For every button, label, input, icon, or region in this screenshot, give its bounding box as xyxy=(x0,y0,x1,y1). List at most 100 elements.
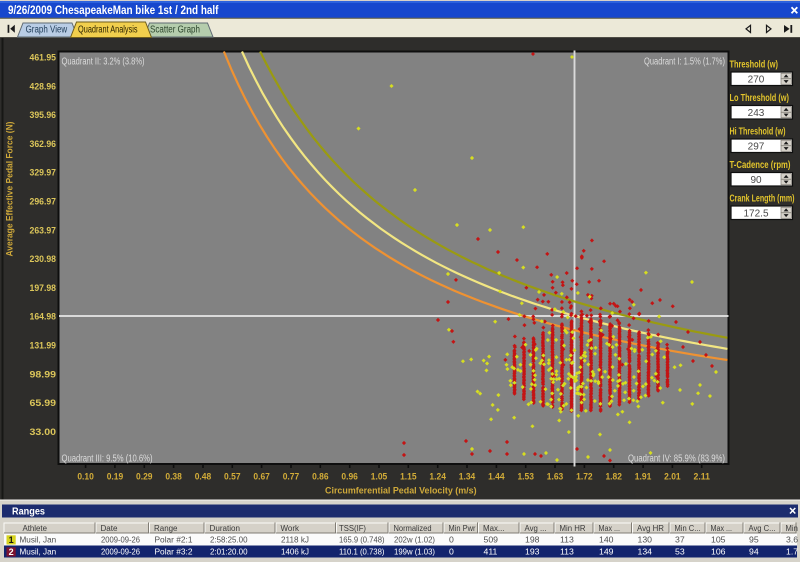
svg-text:94: 94 xyxy=(749,547,759,557)
svg-text:Range: Range xyxy=(154,523,178,533)
svg-text:2:01:20.00: 2:01:20.00 xyxy=(210,547,248,557)
svg-text:Quadrant Analysis: Quadrant Analysis xyxy=(78,25,138,36)
svg-text:130: 130 xyxy=(638,535,653,545)
svg-text:110.1 (0.738): 110.1 (0.738) xyxy=(339,547,385,557)
svg-text:Quadrant IV: 85.9% (83.9%): Quadrant IV: 85.9% (83.9%) xyxy=(628,454,725,465)
svg-text:131.99: 131.99 xyxy=(30,341,57,351)
svg-text:Athlete: Athlete xyxy=(23,523,48,533)
svg-text:140: 140 xyxy=(599,535,614,545)
svg-text:65.99: 65.99 xyxy=(30,398,57,408)
svg-text:105: 105 xyxy=(711,535,726,545)
svg-text:165.9 (0.748): 165.9 (0.748) xyxy=(339,535,385,545)
svg-text:Work: Work xyxy=(281,523,300,533)
svg-text:3.6: 3.6 xyxy=(786,535,798,545)
svg-text:90: 90 xyxy=(750,175,762,186)
svg-text:33.00: 33.00 xyxy=(30,427,57,437)
svg-text:TSS(IF): TSS(IF) xyxy=(339,523,366,533)
svg-text:297: 297 xyxy=(748,141,765,152)
svg-text:164.98: 164.98 xyxy=(30,312,57,322)
svg-text:Avg HR: Avg HR xyxy=(637,523,664,533)
svg-text:2118 kJ: 2118 kJ xyxy=(281,535,309,545)
svg-text:198: 198 xyxy=(525,535,540,545)
svg-text:Avg C...: Avg C... xyxy=(749,523,776,533)
svg-text:Average Effective Pedal Force: Average Effective Pedal Force (N) xyxy=(5,121,15,256)
svg-text:0.67: 0.67 xyxy=(253,472,270,482)
svg-text:Avg ...: Avg ... xyxy=(525,523,547,533)
svg-text:Graph View: Graph View xyxy=(26,25,68,36)
svg-text:149: 149 xyxy=(599,547,614,557)
svg-text:0.19: 0.19 xyxy=(107,472,124,482)
svg-text:197.98: 197.98 xyxy=(30,283,57,293)
svg-text:Date: Date xyxy=(101,523,118,533)
svg-text:509: 509 xyxy=(484,535,499,545)
svg-text:53: 53 xyxy=(675,547,685,557)
svg-text:Quadrant II: 3.2% (3.8%): Quadrant II: 3.2% (3.8%) xyxy=(62,57,145,68)
svg-text:98.99: 98.99 xyxy=(30,369,57,379)
svg-text:Quadrant I: 1.5% (1.7%): Quadrant I: 1.5% (1.7%) xyxy=(644,57,725,68)
svg-text:Musil, Jan: Musil, Jan xyxy=(20,535,57,545)
svg-text:362.96: 362.96 xyxy=(30,139,57,149)
svg-text:T-Cadence (rpm): T-Cadence (rpm) xyxy=(730,160,791,171)
svg-text:37: 37 xyxy=(675,535,685,545)
svg-text:2: 2 xyxy=(9,547,14,557)
svg-text:0: 0 xyxy=(449,547,454,557)
svg-text:428.96: 428.96 xyxy=(30,81,57,91)
svg-text:1.7: 1.7 xyxy=(786,547,798,557)
svg-text:1.24: 1.24 xyxy=(429,472,446,482)
svg-text:1.63: 1.63 xyxy=(547,472,564,482)
svg-text:Min S...: Min S... xyxy=(786,523,800,533)
svg-text:1.91: 1.91 xyxy=(635,472,652,482)
svg-text:243: 243 xyxy=(748,108,765,119)
svg-text:Circumferential Pedal Velocity: Circumferential Pedal Velocity (m/s) xyxy=(325,485,477,496)
svg-text:230.98: 230.98 xyxy=(30,254,57,264)
svg-text:172.5: 172.5 xyxy=(743,208,768,219)
svg-text:0.29: 0.29 xyxy=(136,472,153,482)
svg-text:Scatter Graph: Scatter Graph xyxy=(150,25,200,36)
svg-text:1406 kJ: 1406 kJ xyxy=(281,547,309,557)
svg-text:Max ...: Max ... xyxy=(711,523,733,533)
svg-text:134: 134 xyxy=(638,547,653,557)
svg-text:9/26/2009 ChesapeakeMan bike 1: 9/26/2009 ChesapeakeMan bike 1st / 2nd h… xyxy=(8,5,219,17)
svg-text:106: 106 xyxy=(711,547,726,557)
svg-text:329.97: 329.97 xyxy=(30,168,57,178)
svg-text:1.05: 1.05 xyxy=(371,472,388,482)
svg-text:2009-09-26: 2009-09-26 xyxy=(101,547,140,557)
svg-text:263.97: 263.97 xyxy=(30,225,57,235)
svg-text:Min Pwr: Min Pwr xyxy=(449,523,476,533)
svg-text:Max ...: Max ... xyxy=(599,523,621,533)
svg-text:461.95: 461.95 xyxy=(30,53,57,63)
svg-text:Max...: Max... xyxy=(483,523,505,533)
svg-text:Min HR: Min HR xyxy=(560,523,586,533)
svg-text:Min C...: Min C... xyxy=(675,523,701,533)
svg-text:Musil, Jan: Musil, Jan xyxy=(20,547,57,557)
svg-text:Quadrant III: 9.5% (10.6%): Quadrant III: 9.5% (10.6%) xyxy=(62,454,153,465)
svg-text:0.38: 0.38 xyxy=(165,472,182,482)
svg-text:1.44: 1.44 xyxy=(488,472,505,482)
svg-text:95: 95 xyxy=(749,535,759,545)
svg-text:296.97: 296.97 xyxy=(30,197,57,207)
svg-text:0.57: 0.57 xyxy=(224,472,241,482)
svg-text:1.15: 1.15 xyxy=(400,472,417,482)
svg-text:2.01: 2.01 xyxy=(664,472,681,482)
svg-text:Crank Length (mm): Crank Length (mm) xyxy=(730,194,795,205)
svg-text:411: 411 xyxy=(484,547,498,557)
svg-text:Ranges: Ranges xyxy=(12,506,45,517)
svg-text:1.34: 1.34 xyxy=(459,472,476,482)
svg-text:0.86: 0.86 xyxy=(312,472,329,482)
svg-text:Hi Threshold (w): Hi Threshold (w) xyxy=(730,127,786,138)
svg-text:113: 113 xyxy=(560,547,574,557)
svg-text:193: 193 xyxy=(525,547,540,557)
svg-text:270: 270 xyxy=(748,74,765,85)
svg-text:Polar #3:2: Polar #3:2 xyxy=(155,547,193,557)
svg-text:395.96: 395.96 xyxy=(30,110,57,120)
svg-text:0.48: 0.48 xyxy=(195,472,212,482)
svg-text:1.72: 1.72 xyxy=(576,472,593,482)
svg-text:0.96: 0.96 xyxy=(341,472,358,482)
svg-text:Polar #2:1: Polar #2:1 xyxy=(155,535,193,545)
svg-text:Duration: Duration xyxy=(210,523,241,533)
svg-text:2.11: 2.11 xyxy=(693,472,710,482)
svg-text:2009-09-26: 2009-09-26 xyxy=(101,535,140,545)
svg-text:Lo Threshold (w): Lo Threshold (w) xyxy=(730,93,790,104)
svg-text:2:58:25.00: 2:58:25.00 xyxy=(210,535,248,545)
svg-text:202w (1.02): 202w (1.02) xyxy=(394,535,435,545)
